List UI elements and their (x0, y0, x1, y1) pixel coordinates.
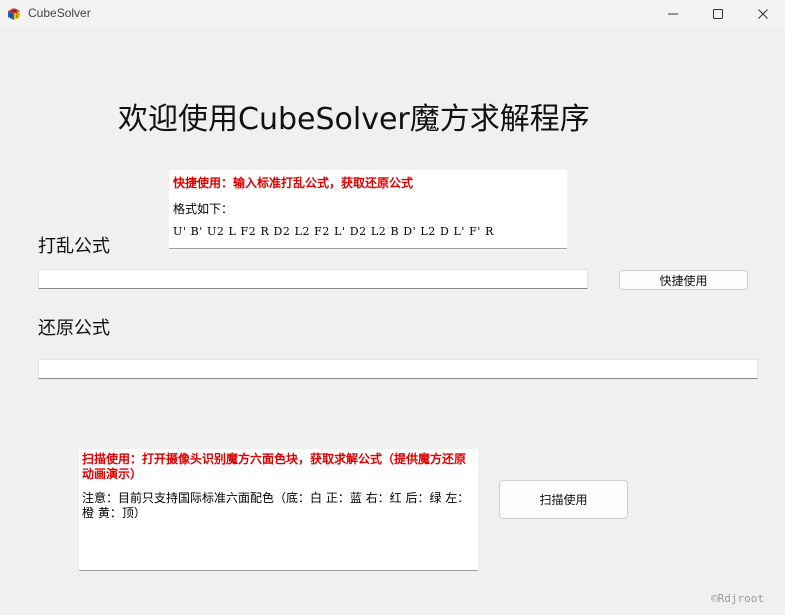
scan-use-description: 扫描使用：打开摄像头识别魔方六面色块，获取求解公式（提供魔方还原动画演示） (82, 452, 467, 481)
restore-formula-label: 还原公式 (38, 318, 110, 339)
close-button[interactable] (740, 0, 785, 28)
title-bar: CubeSolver (0, 0, 785, 28)
minimize-icon (668, 13, 678, 15)
scan-use-info-panel: 扫描使用：打开摄像头识别魔方六面色块，获取求解公式（提供魔方还原动画演示） 注意… (79, 449, 478, 571)
minimize-button[interactable] (650, 0, 696, 28)
rubiks-cube-icon (8, 8, 20, 20)
restore-formula-output[interactable] (38, 359, 758, 379)
scramble-formula-label: 打乱公式 (38, 236, 110, 257)
quick-use-button[interactable]: 快捷使用 (619, 270, 748, 290)
scramble-formula-input[interactable] (38, 269, 588, 289)
page-title: 欢迎使用CubeSolver魔方求解程序 (118, 102, 590, 137)
scan-use-button[interactable]: 扫描使用 (499, 480, 628, 519)
maximize-icon (713, 9, 723, 19)
color-scheme-note: 注意：目前只支持国际标准六面配色（底：白 正：蓝 右：红 后：绿 左：橙 黄：顶… (82, 491, 470, 520)
format-label: 格式如下： (173, 202, 234, 216)
quick-use-description: 快捷使用：输入标准打乱公式，获取还原公式 (173, 176, 414, 190)
format-example: U' B' U2 L F2 R D2 L2 F2 L' D2 L2 B D' L… (173, 225, 494, 238)
window-title: CubeSolver (28, 6, 91, 20)
quick-use-info-panel: 快捷使用：输入标准打乱公式，获取还原公式 格式如下： U' B' U2 L F2… (169, 170, 567, 249)
maximize-button[interactable] (695, 0, 741, 28)
close-icon (758, 9, 768, 19)
author-credit: ©Rdjroot (711, 592, 764, 605)
